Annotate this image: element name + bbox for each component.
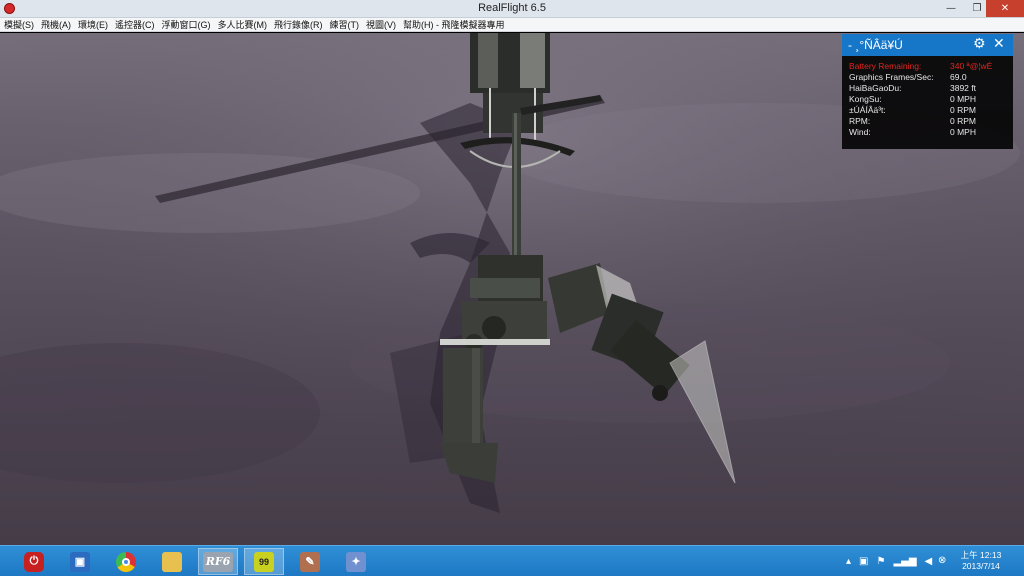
monitor-icon: 99 [254,551,274,572]
tray-app-icon[interactable]: ▣ [859,556,868,567]
telemetry-label: ±ÚÁÍÂä³t: [849,105,886,115]
taskbar-clock[interactable]: 上午 12:13 2013/7/14 [956,550,1006,572]
telemetry-row: ±ÚÁÍÂä³t: 0 RPM [842,105,1013,116]
close-icon[interactable]: ✕ [993,36,1005,52]
telemetry-value: 0 RPM [950,116,976,126]
volume-icon[interactable]: ◀ [925,556,933,567]
menu-help[interactable]: 幫助(H) - 飛隆模擬器專用 [403,18,505,31]
telemetry-value: 69.0 [950,72,967,82]
tray-flag-icon[interactable]: ⚑ [876,556,885,567]
close-button[interactable]: ✕ [986,0,1024,17]
telemetry-value: 3892 ft [950,83,976,93]
menu-simulation[interactable]: 模擬(S) [4,18,34,31]
taskbar-explorer[interactable] [152,548,192,575]
network-icon[interactable]: ▂▄▆ [893,556,916,567]
telemetry-value: 0 MPH [950,127,976,137]
menu-bar: 模擬(S) 飛機(A) 環境(E) 遙控器(C) 浮動窗口(G) 多人比賽(M)… [0,18,1024,32]
gear-icon[interactable]: ⚙ [973,36,986,52]
paint-icon: ✦ [346,551,366,572]
minimize-icon: — [946,3,956,14]
notification-icon[interactable]: ⊗ [938,555,946,566]
telemetry-label: Wind: [849,127,871,137]
panel-header[interactable]: - ¸°ÑÂä¥Ú ⚙ ✕ [842,34,1013,56]
window-title: RealFlight 6.5 [478,2,546,14]
telemetry-row: Graphics Frames/Sec: 69.0 [842,72,1013,83]
taskbar-tool[interactable]: ✎ [290,548,330,575]
close-icon: ✕ [1000,3,1010,14]
restore-icon: ❐ [972,3,982,14]
chrome-icon [116,551,136,572]
telemetry-row: HaiBaGaoDu: 3892 ft [842,83,1013,94]
telemetry-row: KongSu: 0 MPH [842,94,1013,105]
minimize-button[interactable]: — [938,0,964,17]
telemetry-rows: Battery Remaining: 340 ª@¦wÉ Graphics Fr… [842,56,1013,138]
folder-icon [162,551,182,572]
telemetry-panel: - ¸°ÑÂä¥Ú ⚙ ✕ Battery Remaining: 340 ª@¦… [842,34,1013,149]
menu-floating-windows[interactable]: 浮動窗口(G) [162,18,211,31]
menu-environment[interactable]: 環境(E) [78,18,108,31]
menu-multiplayer[interactable]: 多人比賽(M) [218,18,268,31]
taskbar-chrome[interactable] [106,548,146,575]
menu-controller[interactable]: 遙控器(C) [115,18,155,31]
telemetry-label: HaiBaGaoDu: [849,83,902,93]
taskbar-paint[interactable]: ✦ [336,548,376,575]
menu-aircraft[interactable]: 飛機(A) [41,18,71,31]
title-bar: RealFlight 6.5 — ❐ ✕ [0,0,1024,18]
taskbar-app[interactable]: ▣ [60,548,100,575]
telemetry-row: RPM: 0 RPM [842,116,1013,127]
telemetry-value: 340 ª@¦wÉ [950,61,993,71]
telemetry-value: 0 RPM [950,105,976,115]
power-icon: ⏻ [24,551,44,572]
tool-icon: ✎ [300,551,320,572]
telemetry-value: 0 MPH [950,94,976,104]
taskbar: ⏻ ▣ RF6 99 ✎ ✦ ▴ ▣ ⚑ ▂▄▆ ◀ ⊗ 上午 12:13 20… [0,545,1024,576]
app-icon: ▣ [70,551,90,572]
taskbar-shutdown[interactable]: ⏻ [14,548,54,575]
telemetry-row: Battery Remaining: 340 ª@¦wÉ [842,61,1013,72]
menu-training[interactable]: 練習(T) [330,18,360,31]
system-tray: ▴ ▣ ⚑ ▂▄▆ ◀ [846,546,940,576]
telemetry-label: Graphics Frames/Sec: [849,72,934,82]
panel-title: - ¸°ÑÂä¥Ú [848,38,903,52]
menu-view[interactable]: 視圖(V) [366,18,396,31]
taskbar-realflight[interactable]: RF6 [198,548,238,575]
menu-flight-recording[interactable]: 飛行錄像(R) [274,18,323,31]
tray-expand-icon[interactable]: ▴ [846,556,851,567]
taskbar-monitor[interactable]: 99 [244,548,284,575]
telemetry-label: KongSu: [849,94,882,104]
rf-icon: RF6 [203,551,233,572]
clock-date: 2013/7/14 [962,561,1000,571]
telemetry-label: RPM: [849,116,871,126]
clock-time: 上午 12:13 [960,550,1002,560]
telemetry-row: Wind: 0 MPH [842,127,1013,138]
telemetry-label: Battery Remaining: [849,61,922,71]
